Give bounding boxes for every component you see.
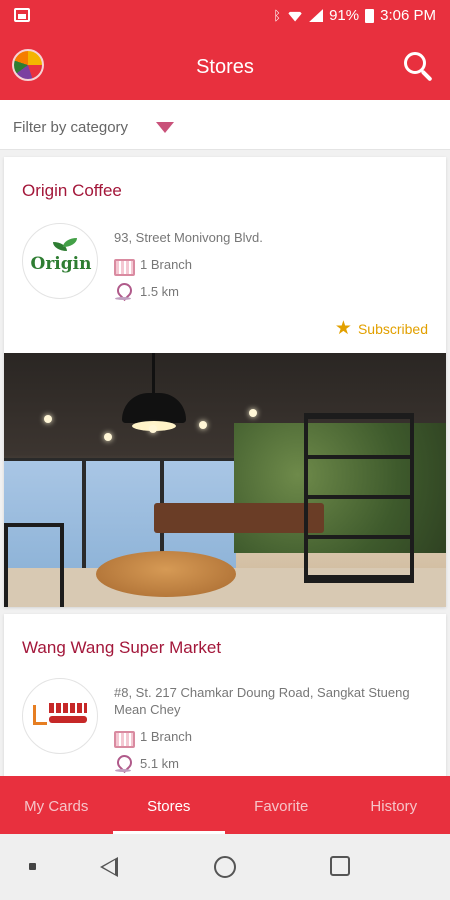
store-address: #8, St. 217 Chamkar Doung Road, Sangkat … [114, 685, 410, 717]
store-branches-row: 1 Branch [114, 256, 430, 276]
image-icon [14, 8, 30, 22]
store-distance: 5.1 km [140, 756, 180, 771]
store-address-row: 93, Street Monivong Blvd. [114, 229, 430, 246]
store-logo-text: Origin [30, 254, 92, 274]
store-name[interactable]: Origin Coffee [22, 181, 122, 201]
system-navigation-bar [0, 834, 450, 900]
store-card[interactable]: Origin Coffee Origin 93, Street Monivong… [4, 157, 446, 607]
tab-favorite[interactable]: Favorite [225, 776, 338, 834]
tab-stores[interactable]: Stores [112, 776, 226, 834]
store-address-row: #8, St. 217 Chamkar Doung Road, Sangkat … [114, 684, 430, 718]
store-branches: 1 Branch [140, 257, 193, 272]
back-icon[interactable] [100, 857, 118, 877]
store-logo [22, 678, 98, 754]
status-indicators: ᛒ 91% 3:06 PM [273, 7, 436, 24]
signal-icon [309, 9, 324, 22]
store-card[interactable]: Wang Wang Super Market #8, St. 217 Chamk… [4, 614, 446, 784]
subscribed-label: Subscribed [357, 320, 428, 337]
store-distance-row: 5.1 km [114, 755, 430, 772]
filter-label: Filter by category [13, 119, 129, 136]
store-photo[interactable] [4, 353, 446, 607]
battery-icon [365, 8, 375, 23]
clock: 3:06 PM [380, 7, 436, 24]
store-distance: 1.5 km [140, 284, 180, 299]
location-pin-icon [114, 755, 132, 772]
shop-icon [114, 256, 135, 276]
battery-percent: 91% [329, 7, 360, 24]
search-icon[interactable] [402, 50, 434, 82]
star-icon: ★ [334, 318, 352, 339]
app-bar: Stores [0, 32, 450, 100]
menu-dot-icon[interactable] [29, 863, 36, 870]
category-filter[interactable]: Filter by category [0, 100, 450, 150]
bluetooth-icon: ᛒ [273, 8, 282, 23]
status-bar: ᛒ 91% 3:06 PM [0, 0, 450, 32]
store-distance-row: 1.5 km [114, 283, 430, 300]
store-branches: 1 Branch [140, 729, 193, 744]
tab-my-cards[interactable]: My Cards [0, 776, 113, 834]
store-branches-row: 1 Branch [114, 728, 430, 748]
bottom-nav: My Cards Stores Favorite History [0, 776, 450, 834]
store-info: 93, Street Monivong Blvd. 1 Branch 1.5 k… [114, 229, 430, 310]
tab-history[interactable]: History [338, 776, 450, 834]
page-title: Stores [196, 56, 254, 78]
store-name[interactable]: Wang Wang Super Market [22, 638, 221, 658]
location-pin-icon [114, 283, 132, 300]
caret-down-icon[interactable] [156, 122, 174, 133]
store-logo: Origin [22, 223, 98, 299]
store-info: #8, St. 217 Chamkar Doung Road, Sangkat … [114, 684, 430, 782]
store-address: 93, Street Monivong Blvd. [114, 230, 263, 245]
shop-icon [114, 728, 135, 748]
wifi-icon [287, 11, 304, 22]
home-icon[interactable] [214, 856, 236, 878]
recent-apps-icon[interactable] [330, 856, 350, 876]
subscribed-badge[interactable]: ★ Subscribed [335, 319, 428, 338]
